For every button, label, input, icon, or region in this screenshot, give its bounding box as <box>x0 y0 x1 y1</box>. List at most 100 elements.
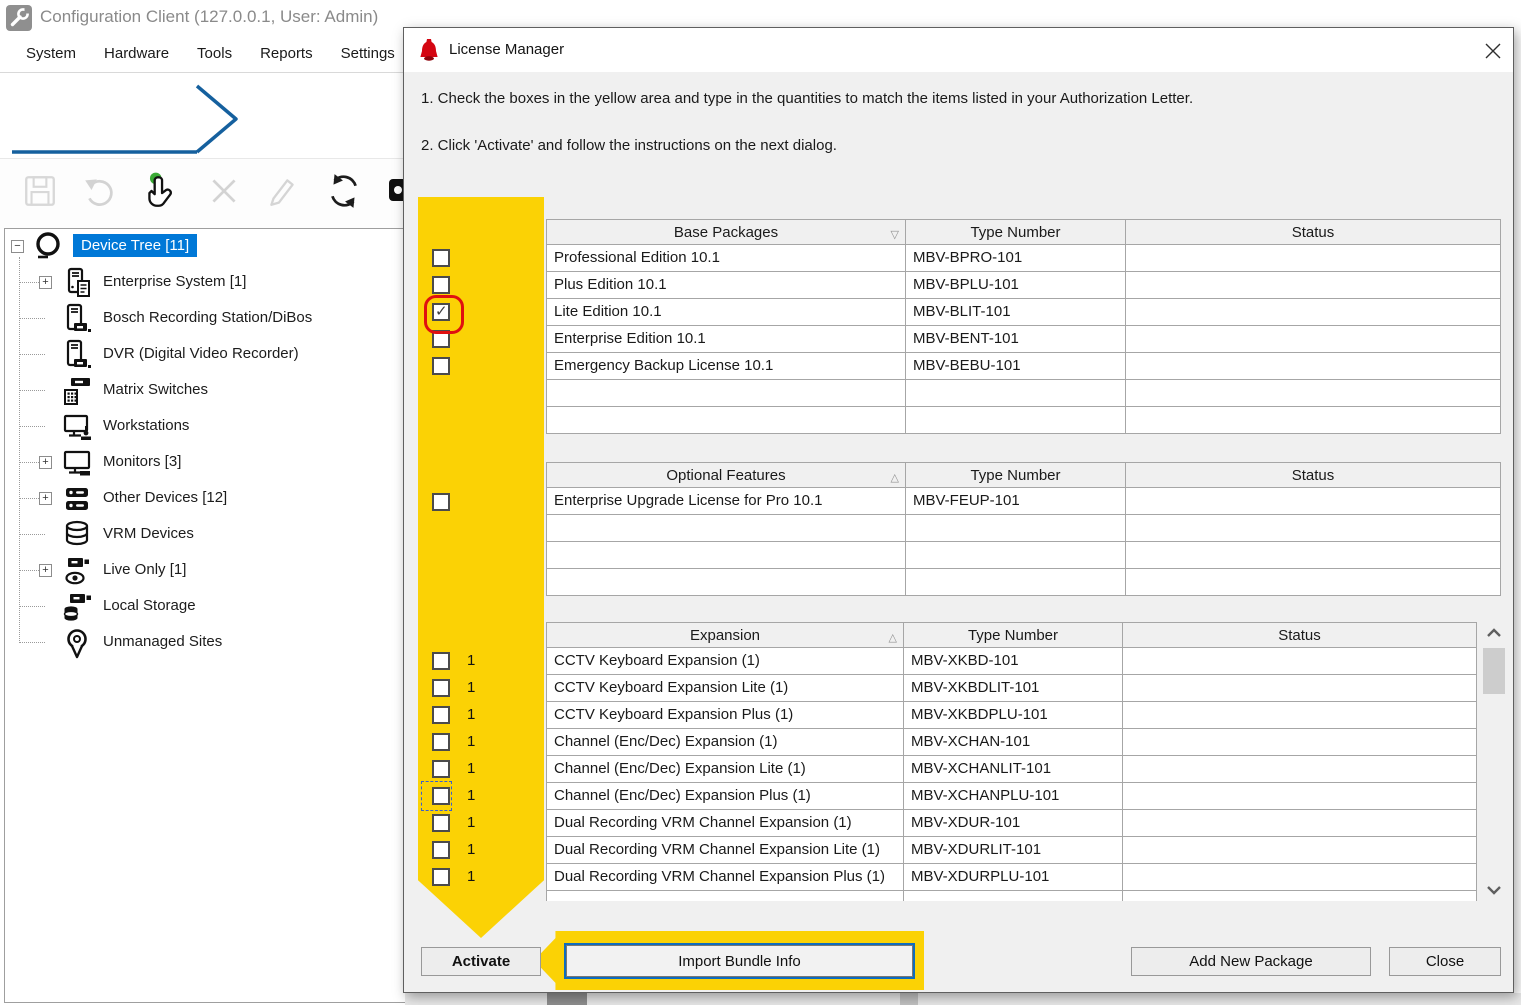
tree-item-local-storage[interactable]: Local Storage <box>103 597 196 614</box>
cell-name: Professional Edition 10.1 <box>546 245 906 272</box>
tree-item-live-only[interactable]: Live Only [1] <box>103 561 186 578</box>
cell-name <box>546 380 906 407</box>
checkbox-expansion-3[interactable] <box>432 733 450 751</box>
expand-plus-icon[interactable]: + <box>39 276 52 289</box>
cell-type <box>906 569 1126 596</box>
cell-name <box>546 569 906 596</box>
edit-pencil-icon[interactable] <box>264 173 300 214</box>
column-header-type-number[interactable]: Type Number <box>906 462 1126 488</box>
tree-item-vrm-devices[interactable]: VRM Devices <box>103 525 194 542</box>
scrollbar-thumb[interactable] <box>1483 648 1505 694</box>
tree-guide-stub <box>19 354 45 355</box>
expand-plus-icon[interactable]: + <box>39 492 52 505</box>
menu-settings[interactable]: Settings <box>327 36 409 72</box>
license-bell-icon <box>420 38 438 67</box>
column-header-status[interactable]: Status <box>1126 219 1501 245</box>
cell-type: MBV-BLIT-101 <box>906 299 1126 326</box>
quantity-value[interactable]: 1 <box>467 868 475 885</box>
activate-button[interactable]: Activate <box>421 947 541 976</box>
save-icon[interactable] <box>22 173 58 214</box>
base_packages-row: Lite Edition 10.1MBV-BLIT-101 <box>546 299 1501 326</box>
column-header-status[interactable]: Status <box>1123 622 1477 648</box>
checkbox-expansion-7[interactable] <box>432 841 450 859</box>
checkbox-expansion-4[interactable] <box>432 760 450 778</box>
checkbox-base-4[interactable] <box>432 357 450 375</box>
undo-icon[interactable] <box>82 173 118 214</box>
cell-name: Plus Edition 10.1 <box>546 272 906 299</box>
close-icon[interactable] <box>1483 41 1503 61</box>
column-header-base-packages[interactable]: Base Packages▽ <box>546 219 906 245</box>
expansion-row: Dual Recording VRM Channel Expansion (1)… <box>546 810 1477 837</box>
quantity-value[interactable]: 1 <box>467 679 475 696</box>
tree-item-dvr[interactable]: DVR (Digital Video Recorder) <box>103 345 299 362</box>
checkbox-optional-0[interactable] <box>432 493 450 511</box>
local-storage-icon <box>61 591 93 623</box>
scroll-up-icon[interactable] <box>1485 626 1503 645</box>
delete-icon[interactable] <box>206 173 242 214</box>
background-splitter <box>900 993 918 1005</box>
cell-status <box>1123 729 1477 756</box>
tree-item-device-tree[interactable]: Device Tree [11] <box>73 234 197 257</box>
quantity-value[interactable]: 1 <box>467 760 475 777</box>
scroll-down-icon[interactable] <box>1485 883 1503 902</box>
cell-name: Dual Recording VRM Channel Expansion (1) <box>546 810 904 837</box>
instruction-step-2: 2. Click 'Activate' and follow the instr… <box>421 137 1481 154</box>
cell-name <box>546 407 906 434</box>
tree-guide-stub <box>19 534 45 535</box>
quantity-value[interactable]: 1 <box>467 733 475 750</box>
tree-item-workstation[interactable]: Workstations <box>103 417 189 434</box>
checkbox-expansion-6[interactable] <box>432 814 450 832</box>
checkbox-expansion-8[interactable] <box>432 868 450 886</box>
checkbox-base-0[interactable] <box>432 249 450 267</box>
checkbox-expansion-1[interactable] <box>432 679 450 697</box>
base_packages-row: Emergency Backup License 10.1MBV-BEBU-10… <box>546 353 1501 380</box>
menu-system[interactable]: System <box>12 36 90 72</box>
cell-name: Dual Recording VRM Channel Expansion Lit… <box>546 837 904 864</box>
column-header-type-number[interactable]: Type Number <box>904 622 1123 648</box>
quantity-value[interactable]: 1 <box>467 841 475 858</box>
hand-pointer-icon[interactable] <box>142 171 180 216</box>
quantity-value[interactable]: 1 <box>467 652 475 669</box>
optional_features-header-row: Optional Features△Type NumberStatus <box>546 462 1501 488</box>
checkbox-expansion-0[interactable] <box>432 652 450 670</box>
expansion-row: CCTV Keyboard Expansion Lite (1)MBV-XKBD… <box>546 675 1477 702</box>
cell-type <box>906 407 1126 434</box>
tree-item-monitor[interactable]: Monitors [3] <box>103 453 181 470</box>
column-header-optional-features[interactable]: Optional Features△ <box>546 462 906 488</box>
cell-status <box>1126 299 1501 326</box>
import-bundle-info-button[interactable]: Import Bundle Info <box>566 945 913 977</box>
menu-reports[interactable]: Reports <box>246 36 327 72</box>
quantity-value[interactable]: 1 <box>467 814 475 831</box>
refresh-icon[interactable] <box>324 171 364 216</box>
tree-item-recording-station[interactable]: Bosch Recording Station/DiBos <box>103 309 312 326</box>
quantity-value[interactable]: 1 <box>467 787 475 804</box>
quantity-value[interactable]: 1 <box>467 706 475 723</box>
column-header-type-number[interactable]: Type Number <box>906 219 1126 245</box>
device-tree-icon <box>31 230 65 264</box>
optional_features-row: Enterprise Upgrade License for Pro 10.1M… <box>546 488 1501 515</box>
expand-plus-icon[interactable]: + <box>39 564 52 577</box>
expand-plus-icon[interactable]: + <box>39 456 52 469</box>
tree-item-matrix-switch[interactable]: Matrix Switches <box>103 381 208 398</box>
cell-name: Dual Recording VRM Channel Expansion Plu… <box>546 864 904 891</box>
column-header-expansion[interactable]: Expansion△ <box>546 622 904 648</box>
checkbox-expansion-2[interactable] <box>432 706 450 724</box>
devices-tab-outline <box>0 74 410 158</box>
collapse-minus-icon[interactable]: − <box>11 240 24 253</box>
cell-name: Lite Edition 10.1 <box>546 299 906 326</box>
checkbox-base-1[interactable] <box>432 276 450 294</box>
tree-item-other-devices[interactable]: Other Devices [12] <box>103 489 227 506</box>
column-header-status[interactable]: Status <box>1126 462 1501 488</box>
cell-type: MBV-XCHANLIT-101 <box>904 756 1123 783</box>
cell-status <box>1126 542 1501 569</box>
red-circle-annotation <box>424 295 464 334</box>
expansion-partial-row <box>546 891 1477 901</box>
menu-tools[interactable]: Tools <box>183 36 246 72</box>
tree-item-enterprise-system[interactable]: Enterprise System [1] <box>103 273 246 290</box>
live-only-icon <box>61 555 93 587</box>
expansion-scrollbar[interactable] <box>1479 622 1509 901</box>
add-new-package-button[interactable]: Add New Package <box>1131 947 1371 976</box>
menu-hardware[interactable]: Hardware <box>90 36 183 72</box>
tree-item-unmanaged-sites[interactable]: Unmanaged Sites <box>103 633 222 650</box>
close-button[interactable]: Close <box>1389 947 1501 976</box>
